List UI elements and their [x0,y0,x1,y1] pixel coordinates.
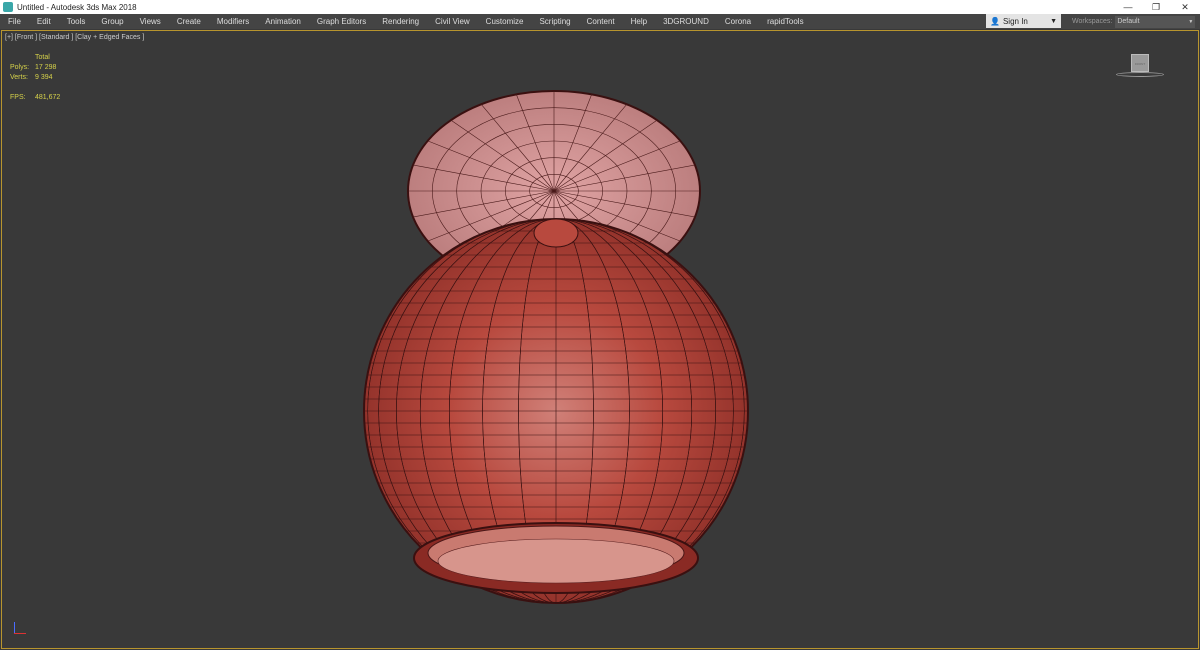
menu-rendering[interactable]: Rendering [374,17,427,26]
viewport-label[interactable]: [+] [Front ] [Standard ] [Clay + Edged F… [5,34,144,41]
app-icon [3,2,13,12]
verts-label: Verts: [10,74,28,81]
menu-help[interactable]: Help [623,17,655,26]
viewport-front[interactable]: [+] [Front ] [Standard ] [Clay + Edged F… [1,30,1199,649]
close-button[interactable]: ✕ [1170,0,1200,14]
fps-value: 481,672 [35,94,61,101]
workspaces-dropdown[interactable]: Default ▼ [1115,15,1196,28]
menu-corona[interactable]: Corona [717,17,759,26]
restore-button[interactable]: ❐ [1141,0,1171,14]
menu-views[interactable]: Views [132,17,169,26]
sign-in-label: Sign In [1002,16,1028,26]
sign-in-button[interactable]: 👤 Sign In ▼ [986,14,1061,28]
chevron-down-icon: ▼ [1050,17,1057,25]
stats-header: Total [35,54,50,61]
workspaces-label: Workspaces: [1072,18,1113,25]
menu-graph-editors[interactable]: Graph Editors [309,17,374,26]
minimize-button[interactable]: — [1113,0,1143,14]
window-title: Untitled - Autodesk 3ds Max 2018 [17,2,137,12]
viewcube[interactable]: FRONT [1116,51,1166,81]
menu-3dground[interactable]: 3DGROUND [655,17,717,26]
scene-render [363,90,749,604]
menu-civil-view[interactable]: Civil View [427,17,478,26]
workspaces: Workspaces: Default ▼ [1072,14,1196,29]
menu-scripting[interactable]: Scripting [531,17,578,26]
viewcube-face[interactable]: FRONT [1131,54,1149,72]
menu-tools[interactable]: Tools [59,17,94,26]
menu-modifiers[interactable]: Modifiers [209,17,257,26]
title-bar: Untitled - Autodesk 3ds Max 2018 — ❐ ✕ [0,0,1200,14]
axis-x-icon [14,633,26,634]
polys-label: Polys: [10,64,30,71]
menu-animation[interactable]: Animation [257,17,309,26]
verts-value: 9 394 [35,74,53,81]
menu-content[interactable]: Content [579,17,623,26]
menu-create[interactable]: Create [169,17,209,26]
user-icon: 👤 [990,16,1000,26]
menu-group[interactable]: Group [93,17,131,26]
menu-file[interactable]: File [0,17,29,26]
polys-value: 17 298 [35,64,57,71]
viewcube-ring[interactable] [1116,72,1164,77]
menu-edit[interactable]: Edit [29,17,59,26]
menu-customize[interactable]: Customize [478,17,532,26]
menu-rapidtools[interactable]: rapidTools [759,17,811,26]
fps-label: FPS: [10,94,26,101]
